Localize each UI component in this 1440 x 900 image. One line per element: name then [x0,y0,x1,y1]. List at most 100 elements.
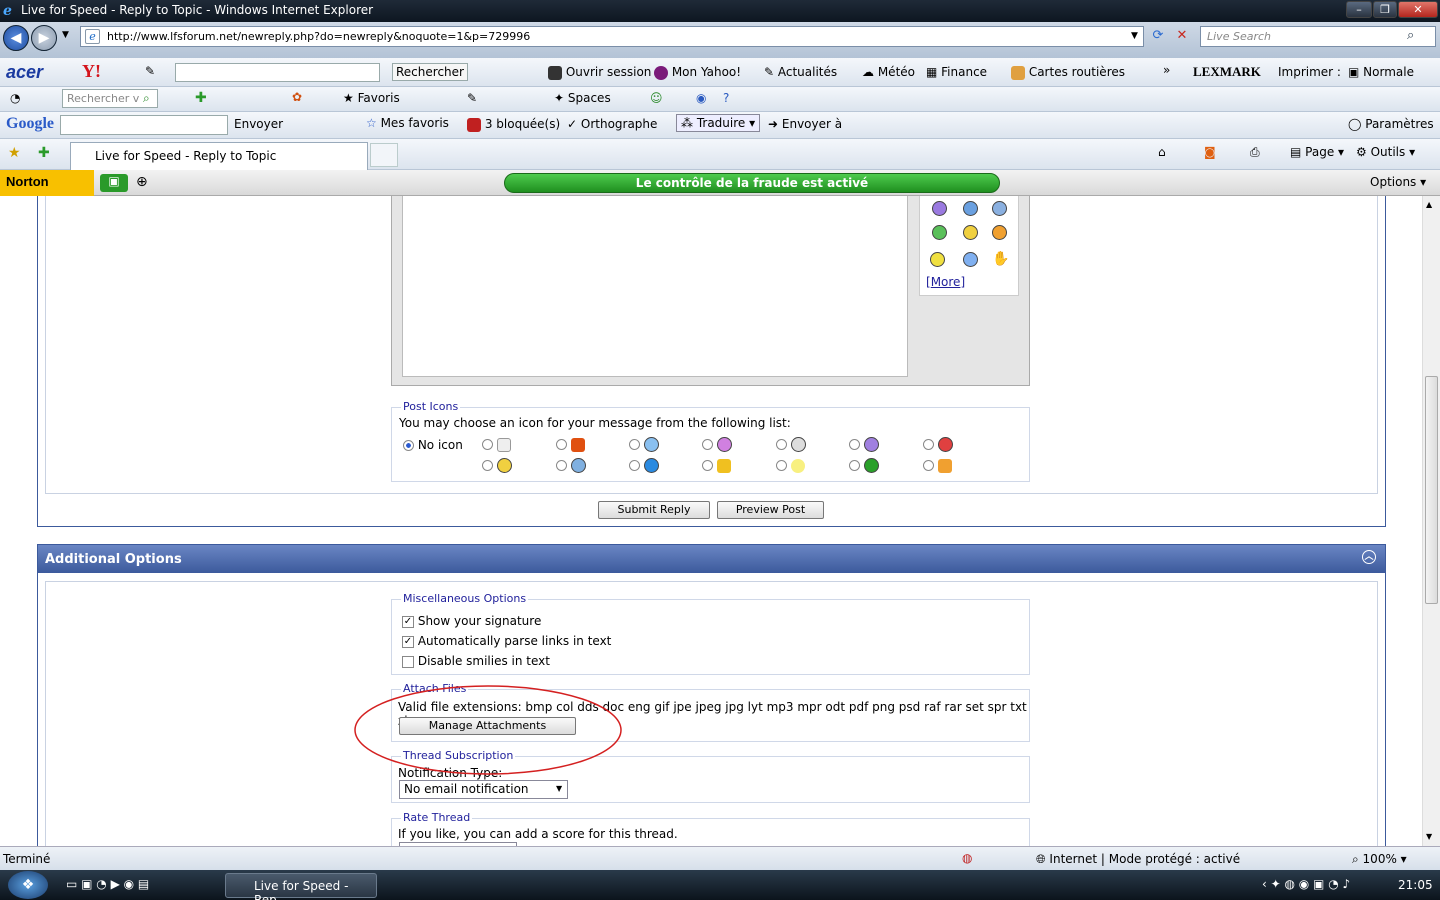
post-icon-option[interactable] [776,458,805,473]
post-icon-option[interactable] [482,437,511,452]
fraud-control-banner[interactable]: Le contrôle de la fraude est activé [504,173,1000,193]
radio[interactable] [923,439,934,450]
radio[interactable] [482,460,493,471]
meteo-link[interactable]: ☁ Météo [862,65,915,79]
back-button[interactable]: ◀ [3,25,29,51]
post-icon-option[interactable] [923,458,952,473]
envoyer-a-button[interactable]: ➜ Envoyer à [768,117,842,131]
norton-pc-icon[interactable]: ▣ [100,174,128,192]
traduire-button[interactable]: ⁂ Traduire ▾ [676,114,761,132]
post-icon-option[interactable] [482,458,512,473]
favoris-link[interactable]: ★ Favoris [343,91,400,105]
ouvrir-session-link[interactable]: Ouvrir session [548,65,651,80]
actualites-link[interactable]: ✎ Actualités [764,65,837,79]
parse-links-checkbox[interactable]: ✓ [402,635,414,648]
add-favorite-icon[interactable]: ✚ [38,145,50,161]
radio[interactable] [923,460,934,471]
msn-search-icon[interactable]: ⌕ [143,91,150,106]
post-icon-option[interactable] [849,458,879,473]
print-icon[interactable]: ⎙ [1250,145,1260,160]
quicklaunch-icons[interactable]: ▭ ▣ ◔ ▶ ◉ ▤ [66,877,149,891]
close-button[interactable]: ✕ [1398,1,1438,18]
globe-icon[interactable]: ⊕ [136,174,148,190]
post-icon-option[interactable] [776,437,806,452]
forward-button[interactable]: ▶ [31,25,57,51]
smilie-icon[interactable] [992,201,1007,216]
radio[interactable] [556,439,567,450]
collapse-icon[interactable]: ︿ [1362,550,1376,564]
favorites-star-icon[interactable]: ★ [8,145,21,161]
radio[interactable] [702,460,713,471]
parametres-button[interactable]: ◯ Paramètres [1348,117,1434,131]
google-envoyer[interactable]: Envoyer [234,117,283,131]
start-button[interactable]: ❖ [8,871,48,899]
protected-mode-icon[interactable]: ◍ [962,851,972,865]
mes-favoris[interactable]: ☆ Mes favoris [366,116,449,130]
disable-smilies-checkbox[interactable] [402,655,414,668]
radio[interactable] [849,460,860,471]
post-icon-option[interactable] [923,437,953,452]
yahoo-search-input[interactable] [175,63,380,82]
imprimer-label[interactable]: Imprimer : [1278,65,1341,79]
preview-post-button[interactable]: Preview Post [717,501,824,519]
normale-button[interactable]: ▣ Normale [1348,65,1414,79]
submit-reply-button[interactable]: Submit Reply [598,501,710,519]
popup-blocked[interactable]: 3 bloquée(s) [467,117,560,132]
smilie-icon[interactable] [930,252,945,267]
url-dropdown-icon[interactable]: ▼ [1131,31,1138,41]
radio[interactable] [776,439,787,450]
notification-select[interactable]: No email notification ▼ [399,780,568,799]
smilie-icon[interactable] [932,201,947,216]
scroll-up-icon[interactable]: ▲ [1426,200,1432,209]
stop-icon[interactable]: ✕ [1172,28,1192,46]
smilie-icon[interactable] [963,225,978,240]
pencil-icon[interactable]: ✎ [145,64,155,78]
google-search-input[interactable] [60,115,228,135]
url-input[interactable]: e http://www.lfsforum.net/newreply.php?d… [80,26,1144,47]
post-icon-option[interactable] [629,458,659,473]
scroll-thumb[interactable] [1425,376,1438,604]
minimize-button[interactable]: – [1346,1,1372,18]
highlight-icon[interactable]: ✎ [467,91,477,105]
toolbar-more[interactable]: » [1163,63,1170,77]
smilie-icon[interactable] [992,225,1007,240]
smilie-icon[interactable] [932,225,947,240]
taskbar-ie-button[interactable]: Live for Speed - Rep... [225,873,377,900]
butterfly-icon[interactable]: ✿ [292,90,302,104]
mon-yahoo-link[interactable]: Mon Yahoo! [654,65,741,80]
radio[interactable] [849,439,860,450]
tab-reply-to-topic[interactable]: Live for Speed - Reply to Topic [70,142,368,170]
zoom-level[interactable]: ⌕ 100% ▾ [1352,852,1407,867]
maximize-button[interactable]: ❐ [1373,1,1397,18]
no-icon-radio[interactable] [403,440,414,451]
tray-icons[interactable]: ‹ ✦ ◍ ◉ ▣ ◔ ♪ [1262,877,1350,891]
post-icon-option[interactable] [556,458,586,473]
post-icon-option[interactable] [702,458,731,473]
new-tab-button[interactable] [370,143,398,167]
scroll-down-icon[interactable]: ▼ [1426,832,1432,841]
smilies-more-link[interactable]: [More] [926,275,965,289]
page-menu[interactable]: ▤ Page ▾ [1290,145,1344,159]
help-icon[interactable]: ? [723,91,729,105]
parse-links-option[interactable]: ✓ Automatically parse links in text [402,634,611,648]
msn-icon[interactable]: ◔ [10,91,20,105]
lexmark-logo[interactable]: LEXMARK [1193,64,1261,80]
radio[interactable] [629,439,640,450]
home-icon[interactable]: ⌂ [1158,145,1166,159]
radio[interactable] [702,439,713,450]
finance-link[interactable]: ▦ Finance [926,65,987,79]
smilie-icon[interactable] [963,252,978,267]
live-search-input[interactable]: Live Search ⌕ [1200,26,1436,47]
history-dropdown-icon[interactable]: ▼ [62,30,69,40]
norton-options[interactable]: Options ▾ [1370,175,1426,189]
refresh-icon[interactable]: ⟳ [1148,28,1168,46]
add-icon[interactable]: ✚ [195,90,207,106]
post-icon-option[interactable] [702,437,732,452]
disable-smilies-option[interactable]: Disable smilies in text [402,654,550,668]
radio[interactable] [556,460,567,471]
vertical-scrollbar[interactable]: ▲ ▼ [1422,196,1440,846]
no-icon-option[interactable]: No icon [403,438,463,452]
smilie-icon[interactable] [963,201,978,216]
messenger-icon[interactable]: ☺ [650,91,663,105]
outils-menu[interactable]: ⚙ Outils ▾ [1356,145,1415,159]
